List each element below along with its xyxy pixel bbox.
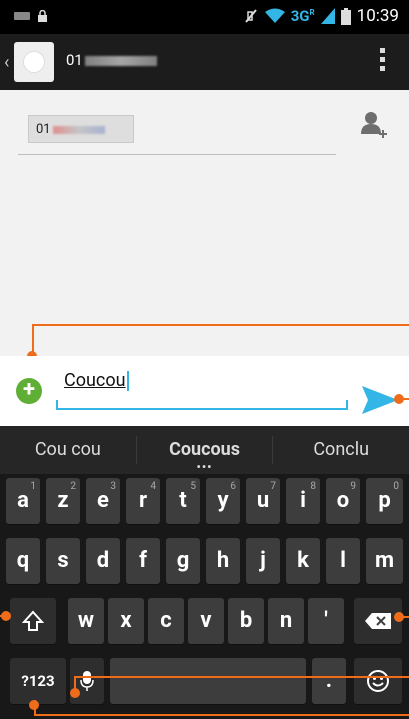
lock-icon [38, 10, 47, 22]
suggestion-strip: Cou cou Coucous ••• Conclu [0, 426, 409, 474]
overflow-menu-icon[interactable] [380, 48, 385, 71]
callout-line [34, 714, 409, 716]
message-bar: + Coucou [0, 356, 409, 426]
network-type: 3GR [290, 7, 315, 25]
callout-dot [70, 688, 80, 698]
redacted-number [52, 125, 105, 134]
callout-dot [394, 612, 404, 622]
key[interactable]: 8i [286, 478, 320, 524]
compose-area: 01 [0, 90, 409, 356]
keyboard-icon [14, 12, 30, 20]
key[interactable]: 6y [206, 478, 240, 524]
key[interactable]: k [286, 538, 320, 584]
text-cursor [126, 371, 129, 392]
key[interactable]: f [126, 538, 160, 584]
key[interactable]: ' [308, 598, 344, 644]
key[interactable]: l [326, 538, 360, 584]
key[interactable]: n [268, 598, 304, 644]
callout-dot [1, 611, 11, 621]
key[interactable]: 4r [126, 478, 160, 524]
key[interactable]: q [6, 538, 40, 584]
battery-icon [340, 7, 351, 25]
suggestion-item[interactable]: Coucous ••• [137, 426, 273, 474]
period-key[interactable]: . [312, 658, 346, 704]
add-attachment-icon[interactable]: + [16, 378, 42, 404]
send-icon[interactable] [362, 386, 398, 414]
key[interactable]: 5t [166, 478, 200, 524]
key[interactable]: 3e [86, 478, 120, 524]
shift-key[interactable] [10, 598, 56, 644]
key[interactable]: c [148, 598, 184, 644]
backspace-icon [365, 613, 391, 630]
callout-line [74, 676, 409, 678]
vibrate-off-icon [244, 9, 257, 23]
status-bar: 3GR 10:39 [0, 0, 409, 34]
key[interactable]: h [206, 538, 240, 584]
symbols-key[interactable]: ?123 [10, 658, 66, 704]
key[interactable]: d [86, 538, 120, 584]
emoji-key[interactable] [354, 658, 402, 704]
redacted-number [84, 56, 157, 67]
key-row-2: q s d f g h j k l m [0, 538, 409, 596]
key[interactable]: 0p [366, 478, 403, 524]
add-contact-icon[interactable] [359, 110, 389, 140]
chevron-left-icon[interactable]: ‹ [4, 52, 9, 73]
key[interactable]: s [46, 538, 80, 584]
key[interactable]: j [246, 538, 280, 584]
key[interactable]: b [228, 598, 264, 644]
key-row-4: ?123 . [0, 658, 409, 716]
action-bar: ‹ 01 [0, 34, 409, 90]
shift-icon [21, 610, 45, 632]
key[interactable]: x [108, 598, 144, 644]
key[interactable]: w [68, 598, 104, 644]
delete-key[interactable] [354, 598, 402, 644]
message-input[interactable]: Coucou [64, 370, 129, 392]
microphone-icon [80, 671, 94, 692]
callout-dot [394, 394, 404, 404]
message-input-underline [56, 408, 348, 410]
wifi-icon [264, 8, 285, 23]
key[interactable]: g [166, 538, 200, 584]
key[interactable]: 9o [326, 478, 360, 524]
key[interactable]: 2z [46, 478, 80, 524]
emoji-icon [367, 670, 389, 693]
key[interactable]: 7u [246, 478, 280, 524]
contact-number-title: 01 [66, 51, 157, 69]
key-row-1: 1a 2z 3e 4r 5t 6y 7u 8i 9o 0p [0, 478, 409, 536]
recipient-chip[interactable]: 01 [28, 115, 134, 143]
contact-avatar[interactable] [14, 42, 54, 82]
signal-icon [320, 8, 335, 24]
key[interactable]: m [366, 538, 403, 584]
clock: 10:39 [356, 6, 399, 26]
key[interactable]: 1a [6, 478, 40, 524]
space-bar[interactable] [110, 658, 306, 704]
suggestion-item[interactable]: Conclu [273, 426, 409, 474]
key[interactable]: v [188, 598, 224, 644]
callout-line [32, 324, 409, 326]
key-row-3: w x c v b n ' [0, 598, 409, 656]
callout-dot [29, 700, 39, 710]
recipient-field-underline [18, 154, 336, 155]
